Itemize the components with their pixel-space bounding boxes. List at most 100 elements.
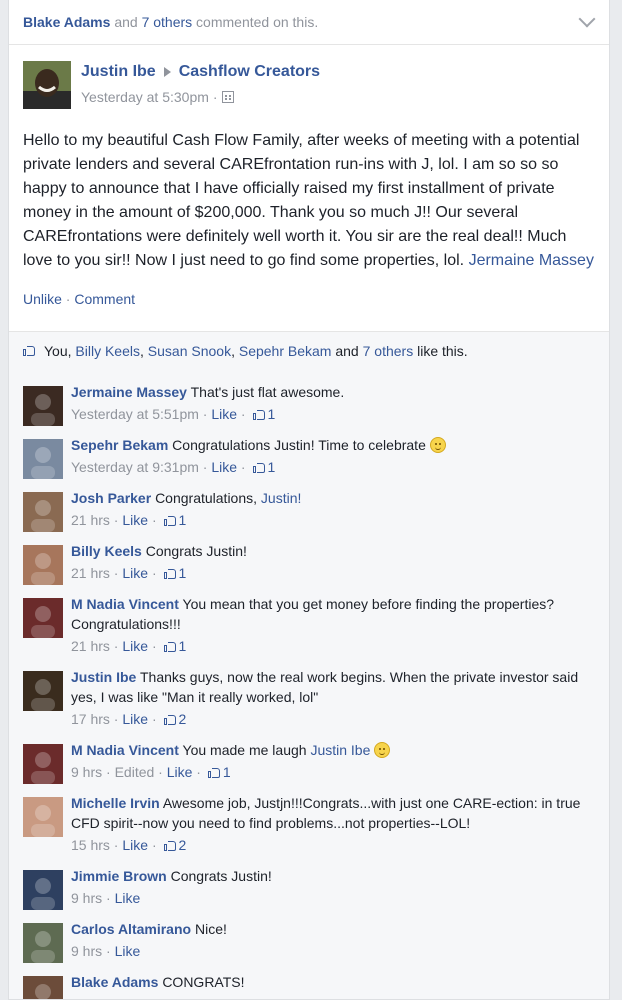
comment-button[interactable]: Comment <box>74 291 135 307</box>
audience-icon[interactable] <box>221 91 234 103</box>
comment-like-button[interactable]: Like <box>122 837 148 853</box>
likes-summary: You, Billy Keels, Susan Snook, Sepehr Be… <box>9 331 609 370</box>
comment-body: Congrats Justin! <box>170 868 272 884</box>
comment-body: CONGRATS! <box>162 974 245 990</box>
comment-like-count[interactable]: 1 <box>223 764 231 780</box>
comment-author-link[interactable]: Sepehr Bekam <box>71 437 168 453</box>
comment-author-link[interactable]: Carlos Altamirano <box>71 921 191 937</box>
comment-timestamp[interactable]: 9 hrs <box>71 764 102 780</box>
chevron-down-icon[interactable] <box>578 10 596 28</box>
comment-like-button[interactable]: Like <box>211 406 237 422</box>
comment-like-button[interactable]: Like <box>115 943 141 959</box>
comment-timestamp[interactable]: Yesterday at 9:31pm <box>71 459 199 475</box>
comment-meta: 9 hrs · Like <box>71 890 141 906</box>
comment-timestamp[interactable]: 21 hrs <box>71 638 110 654</box>
commenter-avatar[interactable] <box>23 439 63 479</box>
comment-timestamp[interactable]: 17 hrs <box>71 711 110 727</box>
thumbs-up-icon <box>163 839 177 852</box>
commenter-avatar[interactable] <box>23 545 63 585</box>
comment-like-button[interactable]: Like <box>108 996 134 999</box>
commenter-avatar[interactable] <box>23 386 63 426</box>
comment-author-link[interactable]: Justin Ibe <box>71 669 136 685</box>
comment-author-link[interactable]: M Nadia Vincent <box>71 742 179 758</box>
post-card: Blake Adams and 7 others commented on th… <box>8 0 610 1000</box>
comment-like-button[interactable]: Like <box>211 459 237 475</box>
comment-mention-link[interactable]: Justin! <box>261 490 301 506</box>
unlike-button[interactable]: Unlike <box>23 291 62 307</box>
likes-name-link[interactable]: Billy Keels <box>75 343 140 359</box>
comment-item: Josh Parker Congratulations, Justin! 21 h… <box>9 482 609 535</box>
commenter-avatar[interactable] <box>23 744 63 784</box>
comment-meta: 1 hr · Like <box>71 993 595 999</box>
comment-body: Congratulations Justin! Time to celebrat… <box>172 437 426 453</box>
comment-notification: Blake Adams and 7 others commented on th… <box>9 0 609 45</box>
comment-like-button[interactable]: Like <box>122 638 148 654</box>
comment-like-count[interactable]: 1 <box>179 638 187 654</box>
post-tag-link[interactable]: Jermaine Massey <box>469 252 594 269</box>
comment-text: M Nadia Vincent You mean that you get mo… <box>71 594 595 634</box>
comment-author-link[interactable]: Billy Keels <box>71 543 142 559</box>
comment-author-link[interactable]: Josh Parker <box>71 490 151 506</box>
commenter-avatar[interactable] <box>23 923 63 963</box>
likes-name-link[interactable]: Susan Snook <box>148 343 231 359</box>
comment-meta: 21 hrs · Like · 1 <box>71 638 187 654</box>
comment-meta: Yesterday at 9:31pm · Like · 1 <box>71 459 276 475</box>
comment-author-link[interactable]: Jermaine Massey <box>71 384 187 400</box>
comment-like-count[interactable]: 1 <box>268 406 276 422</box>
comment-like-count[interactable]: 2 <box>179 711 187 727</box>
comment-like-button[interactable]: Like <box>122 512 148 528</box>
comment-author-link[interactable]: Jimmie Brown <box>71 868 167 884</box>
thumbs-up-icon <box>252 408 266 421</box>
comment-author-link[interactable]: Michelle Irvin <box>71 795 160 811</box>
comment-item: Jimmie Brown Congrats Justin! 9 hrs · Lik… <box>9 860 609 913</box>
post-group-link[interactable]: Cashflow Creators <box>179 63 320 81</box>
comment-like-count[interactable]: 1 <box>179 512 187 528</box>
notification-name-link[interactable]: Blake Adams <box>23 14 110 30</box>
author-avatar[interactable] <box>23 61 71 109</box>
comment-timestamp[interactable]: 15 hrs <box>71 837 110 853</box>
comment-timestamp[interactable]: Yesterday at 5:51pm <box>71 406 199 422</box>
comment-text: Blake Adams CONGRATS! <box>71 972 595 992</box>
comment-timestamp[interactable]: 1 hr <box>71 996 95 999</box>
action-sep: · <box>65 291 71 307</box>
comment-like-button[interactable]: Like <box>115 890 141 906</box>
post-actions: Unlike · Comment <box>9 273 609 311</box>
comment-author-link[interactable]: Blake Adams <box>71 974 158 990</box>
commenter-avatar[interactable] <box>23 797 63 837</box>
comment-mention-link[interactable]: Justin Ibe <box>310 742 370 758</box>
thumbs-up-icon <box>163 640 177 653</box>
likes-others-link[interactable]: 7 others <box>363 343 414 359</box>
notification-and: and <box>114 14 138 30</box>
comment-timestamp[interactable]: 21 hrs <box>71 512 110 528</box>
thumbs-up-icon <box>163 514 177 527</box>
comment-item: Sepehr Bekam Congratulations Justin! Tim… <box>9 429 609 482</box>
likes-name-link[interactable]: Sepehr Bekam <box>239 343 332 359</box>
comment-item: M Nadia Vincent You mean that you get mo… <box>9 588 609 661</box>
commenter-avatar[interactable] <box>23 976 63 999</box>
commenter-avatar[interactable] <box>23 598 63 638</box>
comment-like-button[interactable]: Like <box>122 711 148 727</box>
comment-body: Thanks guys, now the real work begins. W… <box>71 669 579 705</box>
comment-meta: 21 hrs · Like · 1 <box>71 565 187 581</box>
post-author-link[interactable]: Justin Ibe <box>81 63 156 81</box>
comment-like-button[interactable]: Like <box>122 565 148 581</box>
comment-edited[interactable]: Edited <box>115 764 155 780</box>
comment-like-count[interactable]: 1 <box>179 565 187 581</box>
comment-text: Justin Ibe Thanks guys, now the real wor… <box>71 667 595 707</box>
comment-item: Jermaine Massey That's just flat awesome… <box>9 376 609 429</box>
comment-timestamp[interactable]: 9 hrs <box>71 890 102 906</box>
commenter-avatar[interactable] <box>23 671 63 711</box>
comment-like-count[interactable]: 2 <box>179 837 187 853</box>
comment-like-count[interactable]: 1 <box>268 459 276 475</box>
comment-timestamp[interactable]: 21 hrs <box>71 565 110 581</box>
commenter-avatar[interactable] <box>23 870 63 910</box>
post-timestamp[interactable]: Yesterday at 5:30pm <box>81 89 209 105</box>
comment-meta: 9 hrs · Like <box>71 943 141 959</box>
notification-others-link[interactable]: 7 others <box>142 14 193 30</box>
comment-like-button[interactable]: Like <box>167 764 193 780</box>
commenter-avatar[interactable] <box>23 492 63 532</box>
comment-author-link[interactable]: M Nadia Vincent <box>71 596 179 612</box>
comment-list: Jermaine Massey That's just flat awesome… <box>9 370 609 999</box>
comment-timestamp[interactable]: 9 hrs <box>71 943 102 959</box>
post-meta-sep: · <box>212 89 218 105</box>
